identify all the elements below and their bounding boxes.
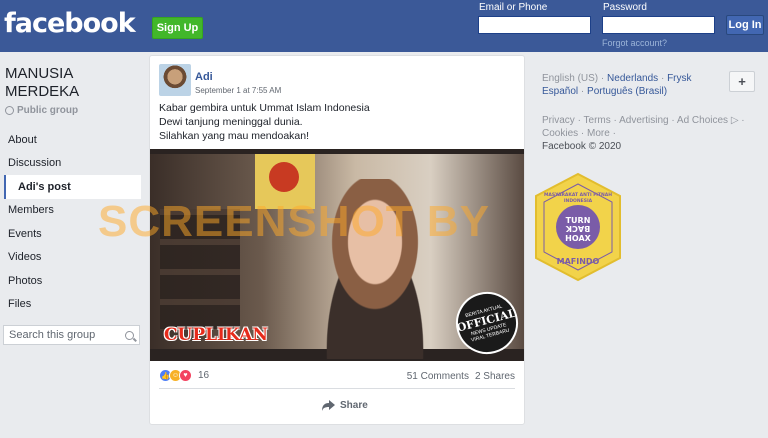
language-list: English (US) · Nederlands · Frysk Españo…	[542, 73, 692, 97]
password-field[interactable]	[602, 16, 715, 34]
svg-text:MASYARAKAT ANTI FITNAH: MASYARAKAT ANTI FITNAH	[544, 192, 612, 198]
footer-link-terms[interactable]: Terms	[584, 115, 611, 126]
forgot-account-link[interactable]: Forgot account?	[602, 38, 667, 48]
language-link[interactable]: Frysk	[667, 73, 691, 84]
post-timestamp[interactable]: September 1 at 7:55 AM	[195, 86, 281, 95]
video-shelf	[160, 209, 240, 329]
top-navigation-bar: facebook Sign Up Email or Phone Password…	[0, 0, 768, 52]
post-author[interactable]: Adi	[195, 71, 213, 83]
post-line: Dewi tanjung meninggal dunia.	[159, 116, 303, 128]
video-person	[300, 179, 450, 359]
avatar[interactable]	[159, 64, 191, 96]
nav-item-videos[interactable]: Videos	[0, 246, 141, 270]
footer-link-advertising[interactable]: Advertising	[619, 115, 668, 126]
reaction-summary[interactable]: 👍 ☺ ♥ 16	[159, 369, 209, 382]
email-label: Email or Phone	[479, 2, 548, 13]
post-divider	[159, 388, 515, 389]
footer-link-privacy[interactable]: Privacy	[542, 115, 575, 126]
facebook-logo[interactable]: facebook	[4, 8, 136, 39]
language-selector: English (US) · Nederlands · Frysk Españo…	[532, 65, 763, 103]
footer-link-ad-choices[interactable]: Ad Choices	[677, 115, 728, 126]
signup-button[interactable]: Sign Up	[152, 17, 203, 39]
share-button[interactable]: Share	[322, 400, 368, 411]
nav-item-adis-post[interactable]: Adi's post	[4, 175, 141, 199]
nav-item-photos[interactable]: Photos	[0, 269, 141, 293]
post-line: Kabar gembira untuk Ummat Islam Indonesi…	[159, 102, 370, 114]
svg-text:BACK: BACK	[565, 224, 590, 233]
post-card: Adi September 1 at 7:55 AM Kabar gembira…	[149, 55, 525, 425]
language-link[interactable]: Português (Brasil)	[587, 86, 667, 97]
group-title[interactable]: MANUSIA MERDEKA	[5, 65, 135, 101]
footer-link-cookies[interactable]: Cookies	[542, 128, 578, 139]
post-line: Silahkan yang mau mendoakan!	[159, 130, 310, 142]
group-search-input[interactable]: Search this group	[3, 325, 140, 345]
svg-text:TURN: TURN	[566, 216, 591, 225]
search-icon[interactable]	[125, 330, 134, 340]
group-privacy: Public group	[5, 105, 78, 116]
ad-choices-icon: ▷	[730, 115, 739, 126]
engagement-counts: 51 Comments 2 Shares	[407, 371, 515, 382]
globe-icon	[5, 106, 14, 115]
group-navigation: About Discussion Adi's post Members Even…	[0, 128, 141, 316]
footer-links: Privacy · Terms · Advertising · Ad Choic…	[542, 115, 745, 139]
nav-item-about[interactable]: About	[0, 128, 141, 152]
video-caption: CUPLIKAN	[164, 325, 268, 345]
search-placeholder: Search this group	[9, 329, 96, 341]
video-player[interactable]: CUPLIKAN BERITA AKTUAL OFFICIAL NEWS UPD…	[150, 149, 524, 361]
login-button[interactable]: Log In	[726, 15, 764, 35]
password-label: Password	[603, 2, 647, 13]
nav-item-members[interactable]: Members	[0, 199, 141, 223]
turnbackhoax-stamp: TURN BACK HOAX MAFINDO MASYARAKAT ANTI F…	[535, 172, 621, 282]
more-languages-button[interactable]: +	[729, 71, 755, 92]
comments-count[interactable]: 51 Comments	[407, 371, 469, 382]
nav-item-files[interactable]: Files	[0, 293, 141, 317]
svg-text:HOAX: HOAX	[565, 234, 591, 243]
nav-item-events[interactable]: Events	[0, 222, 141, 246]
shares-count[interactable]: 2 Shares	[475, 371, 515, 382]
nav-item-discussion[interactable]: Discussion	[0, 152, 141, 176]
footer-link-more[interactable]: More	[587, 128, 610, 139]
share-icon	[322, 400, 335, 411]
group-type-label: Public group	[17, 105, 79, 116]
share-label: Share	[340, 400, 368, 411]
language-link[interactable]: Español	[542, 86, 578, 97]
svg-text:INDONESIA: INDONESIA	[564, 198, 593, 204]
copyright-text: Facebook © 2020	[542, 141, 622, 152]
email-field[interactable]	[478, 16, 591, 34]
svg-text:MAFINDO: MAFINDO	[557, 257, 600, 266]
love-reaction-icon: ♥	[179, 369, 192, 382]
post-body: Kabar gembira untuk Ummat Islam Indonesi…	[159, 101, 370, 143]
reaction-count[interactable]: 16	[198, 370, 209, 381]
language-link[interactable]: Nederlands	[607, 73, 658, 84]
current-language: English (US)	[542, 73, 599, 84]
